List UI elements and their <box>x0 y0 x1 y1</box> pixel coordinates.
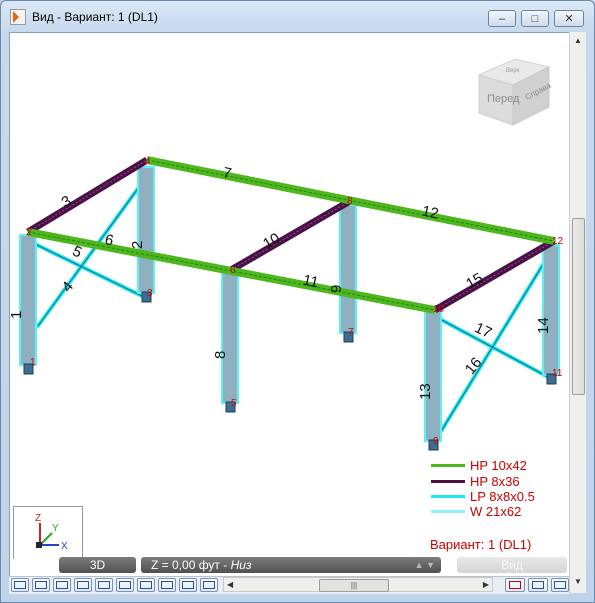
node-label-8: 8 <box>347 196 353 207</box>
member-label-8: 8 <box>212 351 229 359</box>
node-label-5: 5 <box>231 398 237 409</box>
toolbar-numbering-button[interactable] <box>200 578 218 592</box>
node-label-2: 2 <box>26 227 32 238</box>
legend-item-lp8x8: LP 8x8x0.5 <box>431 489 535 504</box>
view-cube-front-label: Перед <box>487 93 520 105</box>
column-1[interactable] <box>19 234 37 366</box>
member-label-2: 2 <box>129 241 146 249</box>
section-icon <box>77 581 89 589</box>
slab-icon <box>161 581 173 589</box>
work-plane-separator: - <box>223 558 231 572</box>
legend-item-hp10x42: HP 10x42 <box>431 458 527 473</box>
node-label-7: 7 <box>348 327 354 338</box>
scroll-down-icon[interactable]: ▼ <box>574 577 582 586</box>
column-9[interactable] <box>339 204 357 334</box>
legend-label: LP 8x8x0.5 <box>470 489 535 504</box>
axis-z-label: Z <box>35 513 41 524</box>
node-label-1: 1 <box>30 357 36 368</box>
work-plane-side: Низ <box>230 558 252 572</box>
maximize-icon: □ <box>531 12 539 25</box>
portal-icon <box>35 581 47 589</box>
legend-item-w21x62: W 21x62 <box>431 504 521 519</box>
close-icon: ✕ <box>564 13 574 25</box>
legend-swatch <box>431 495 465 498</box>
frame-icon <box>14 581 26 589</box>
member-label-12: 12 <box>420 203 440 223</box>
maximize-button[interactable]: □ <box>521 10 549 27</box>
axis-x-label: X <box>61 541 68 552</box>
member-label-9: 9 <box>328 285 345 293</box>
app-icon <box>10 9 26 25</box>
vertical-scrollbar[interactable]: ▲ ▼ <box>569 32 586 593</box>
axis-y-label: Y <box>52 523 59 534</box>
legend-swatch <box>431 464 465 467</box>
axis-triad: Z Y X <box>13 506 83 559</box>
variant-label: Вариант: 1 (DL1) <box>430 537 532 552</box>
column-8[interactable] <box>221 268 239 404</box>
toolbar-truss-button[interactable] <box>53 578 71 592</box>
column-14[interactable] <box>542 244 560 376</box>
minimize-icon: – <box>498 12 506 25</box>
truss-icon <box>56 581 68 589</box>
horizontal-scroll-thumb[interactable]: ||| <box>319 579 389 592</box>
toolbar-slab-button[interactable] <box>158 578 176 592</box>
member-label-13: 13 <box>417 383 434 400</box>
horizontal-scrollbar[interactable]: ◀ ||| ▶ <box>223 577 493 592</box>
scroll-left-icon[interactable]: ◀ <box>227 580 233 589</box>
toolbar-support-button[interactable] <box>137 578 155 592</box>
toolbar-delete-view-button[interactable] <box>505 578 525 592</box>
work-plane-field[interactable]: Z = 0,00 фут - Низ ▲ ▼ <box>141 557 441 573</box>
legend-label: HP 8x36 <box>470 474 520 489</box>
view-cube[interactable]: Перед Справа Верх <box>477 58 553 126</box>
view-button[interactable]: Вид <box>457 557 567 573</box>
node-label-9: 9 <box>433 436 439 447</box>
work-plane-value: Z = 0,00 фут <box>151 558 220 572</box>
title-bar[interactable]: Вид - Вариант: 1 (DL1) – □ ✕ <box>1 1 594 35</box>
surface-icon <box>182 581 194 589</box>
load-icon <box>119 581 131 589</box>
mode-3d-button[interactable]: 3D <box>59 557 136 573</box>
window-title: Вид - Вариант: 1 (DL1) <box>32 10 158 24</box>
legend-swatch <box>431 510 465 513</box>
toolbar-plate-button[interactable] <box>95 578 113 592</box>
member-label-16: 16 <box>462 354 486 378</box>
numbering-icon <box>203 581 215 589</box>
column-13[interactable] <box>424 310 442 442</box>
node-label-12: 12 <box>552 236 564 247</box>
scroll-right-icon[interactable]: ▶ <box>483 580 489 589</box>
minimize-button[interactable]: – <box>488 10 516 27</box>
member-label-1: 1 <box>10 311 25 319</box>
toolbar-load-button[interactable] <box>116 578 134 592</box>
member-label-5: 5 <box>70 243 85 262</box>
view-cube-top-label: Верх <box>506 68 520 74</box>
node-label-6: 6 <box>230 265 236 276</box>
delete-view-icon <box>509 581 521 589</box>
node-label-10: 10 <box>433 304 445 315</box>
legend-swatch <box>431 480 465 483</box>
legend-label: HP 10x42 <box>470 458 527 473</box>
legend-item-hp8x36: HP 8x36 <box>431 474 520 489</box>
node-label-3: 3 <box>147 288 153 299</box>
toolbar-frame-button[interactable] <box>11 578 29 592</box>
scroll-up-icon[interactable]: ▲ <box>574 36 582 45</box>
camera-icon <box>554 581 566 589</box>
columns <box>19 166 560 451</box>
node-label-4: 4 <box>145 156 151 167</box>
legend-label: W 21x62 <box>470 504 522 519</box>
close-button[interactable]: ✕ <box>554 10 584 27</box>
toolbar-section-button[interactable] <box>74 578 92 592</box>
model-viewport[interactable]: Перед Справа Верх 2 3 4 5 6 7 8 9 10 11 … <box>9 32 571 578</box>
plate-icon <box>98 581 110 589</box>
toolbar-surface-button[interactable] <box>179 578 197 592</box>
glasses-icon <box>532 581 544 589</box>
member-label-14: 14 <box>535 317 552 334</box>
column-2[interactable] <box>137 166 155 294</box>
vertical-scroll-thumb[interactable] <box>572 218 585 395</box>
toolbar-glasses-button[interactable] <box>528 578 548 592</box>
node-label-11: 11 <box>552 368 563 379</box>
toolbar-camera-button[interactable] <box>551 578 569 592</box>
support-icon <box>140 581 152 589</box>
toolbar-portal-button[interactable] <box>32 578 50 592</box>
work-plane-arrows-icon[interactable]: ▲ ▼ <box>415 557 435 573</box>
